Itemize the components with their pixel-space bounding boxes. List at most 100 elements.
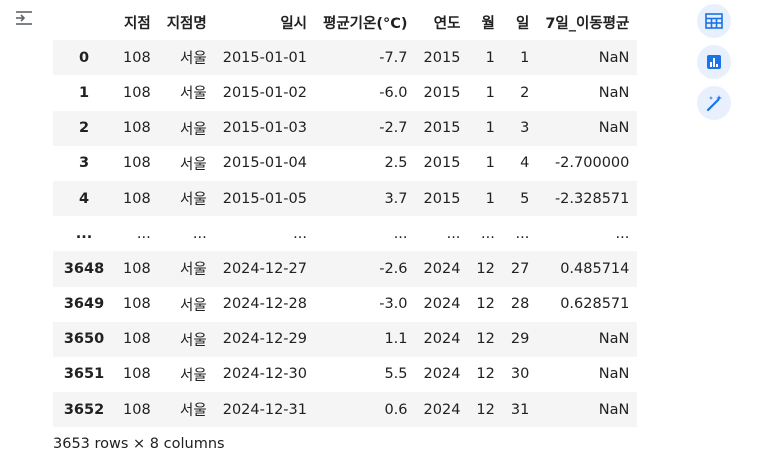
table-cell: 2015 [423,190,461,207]
table-row: 3650 108 서울 2024-12-29 1.1 2024 12 29 NaN [53,321,638,357]
suggest-charts-button[interactable] [697,45,731,79]
table-cell: 29 [510,331,530,348]
table-cell: 서울 [180,403,207,420]
table-cell: 2015-01-03 [222,120,307,137]
column-header: 지점명 [158,5,215,41]
table-cell: 108 [123,331,151,348]
table-cell: 서울 [180,51,207,68]
table-cell: -7.7 [379,49,408,66]
table-cell: ... [446,225,461,242]
table-row: ........................... [53,216,638,252]
table-cell: 12 [476,296,495,313]
table-cell: 1 [485,190,495,207]
table-cell: 2015 [423,49,461,66]
table-cell: 12 [476,260,495,277]
column-header: 평균기온(°C) [315,5,416,41]
table-cell: NaN [598,401,630,418]
table-cell: ... [481,225,495,242]
collapse-output-button[interactable] [12,6,36,30]
table-cell: 27 [510,260,530,277]
table-cell: 12 [476,401,495,418]
table-cell: 2015 [423,84,461,101]
table-row: 3648 108 서울 2024-12-27 -2.6 2024 12 27 0.485714 [53,251,638,287]
table-cell: 31 [510,401,530,418]
table-cell: 2 [520,84,530,101]
column-header: 월 [468,5,503,41]
row-index: 3652 [63,401,105,418]
table-row: 2 108 서울 2015-01-03 -2.7 2015 1 3 NaN [53,110,638,146]
table-cell: 3.7 [384,190,408,207]
table-cell: 서울 [180,297,207,314]
column-header: 연도 [415,5,469,41]
table-cell: 2024-12-27 [222,260,307,277]
table-cell: ... [136,225,151,242]
row-index: 3650 [63,331,105,348]
column-header: 지점 [115,5,159,41]
row-index: 0 [78,49,90,66]
table-cell: 서울 [180,192,207,209]
row-index: 3648 [63,260,105,277]
row-index: 3651 [63,366,105,383]
column-header: 7일_이동평균 [537,5,638,41]
shape-summary: 3653 rows × 8 columns [53,436,225,452]
table-cell: 0.6 [384,401,408,418]
table-cell: 0.628571 [560,296,630,313]
table-cell: 서울 [180,86,207,103]
table-cell: 108 [123,366,151,383]
table-cell: 2015-01-02 [222,84,307,101]
convert-to-interactive-table-button[interactable] [697,4,731,38]
table-row: 4 108 서울 2015-01-05 3.7 2015 1 5 -2.328571 [53,180,638,217]
table-cell: 28 [510,296,530,313]
table-cell: 30 [510,366,530,383]
table-cell: 12 [476,331,495,348]
table-cell: -2.700000 [554,155,630,172]
column-header: 일 [502,5,538,41]
table-cell: 2015-01-04 [222,155,307,172]
table-cell: ... [192,225,207,242]
table-cell: 1 [485,84,495,101]
table-cell: 2024-12-31 [222,401,307,418]
table-cell: 4 [520,155,530,172]
table-cell: 2024-12-29 [222,331,307,348]
table-row: 3649 108 서울 2024-12-28 -3.0 2024 12 28 0.628571 [53,286,638,322]
row-index: 3 [78,155,90,172]
table-cell: 5.5 [384,366,408,383]
table-cell: 1.1 [384,331,408,348]
table-row: 3651 108 서울 2024-12-30 5.5 2024 12 30 NaN [53,356,638,393]
dataframe-table: 지점 지점명 일시 평균기온(°C) 연도 월 일 7일_이동평균 0 108 서울 2015-01… [53,5,638,428]
table-cell: 5 [520,190,530,207]
table-row: 3652 108 서울 2024-12-31 0.6 2024 12 31 NaN [53,392,638,428]
magic-wand-icon [706,95,722,112]
table-cell: NaN [598,366,630,383]
collapse-icon [16,11,32,25]
table-cell: 2024-12-28 [222,296,307,313]
row-index: ... [75,225,93,242]
table-cell: -6.0 [379,84,408,101]
table-cell: 1 [485,49,495,66]
table-cell: 108 [123,49,151,66]
generate-code-button[interactable] [697,86,731,120]
table-icon [705,13,723,29]
table-cell: ... [515,225,530,242]
output-cell: 지점 지점명 일시 평균기온(°C) 연도 월 일 7일_이동평균 0 108 서울 2015-01… [0,0,780,464]
table-cell: 서울 [180,262,207,279]
table-cell: ... [615,225,630,242]
table-cell: ... [393,225,408,242]
table-cell: 0.485714 [560,260,630,277]
row-index: 2 [78,120,90,137]
table-row: 1 108 서울 2015-01-02 -6.0 2015 1 2 NaN [53,75,638,111]
row-index: 3649 [63,296,105,313]
table-cell: 2024 [423,331,461,348]
table-cell: NaN [598,120,630,137]
table-row: 3 108 서울 2015-01-04 2.5 2015 1 4 -2.700000 [53,145,638,181]
table-cell: 서울 [180,156,207,173]
table-cell: 108 [123,155,151,172]
table-cell: -3.0 [379,296,408,313]
table-cell: 2015-01-01 [222,49,307,66]
header-row: 지점 지점명 일시 평균기온(°C) 연도 월 일 7일_이동평균 [53,5,638,41]
table-cell: 2015-01-05 [222,190,307,207]
table-cell: -2.328571 [554,190,630,207]
table-cell: 1 [485,155,495,172]
table-cell: 108 [123,260,151,277]
row-index: 1 [78,84,90,101]
